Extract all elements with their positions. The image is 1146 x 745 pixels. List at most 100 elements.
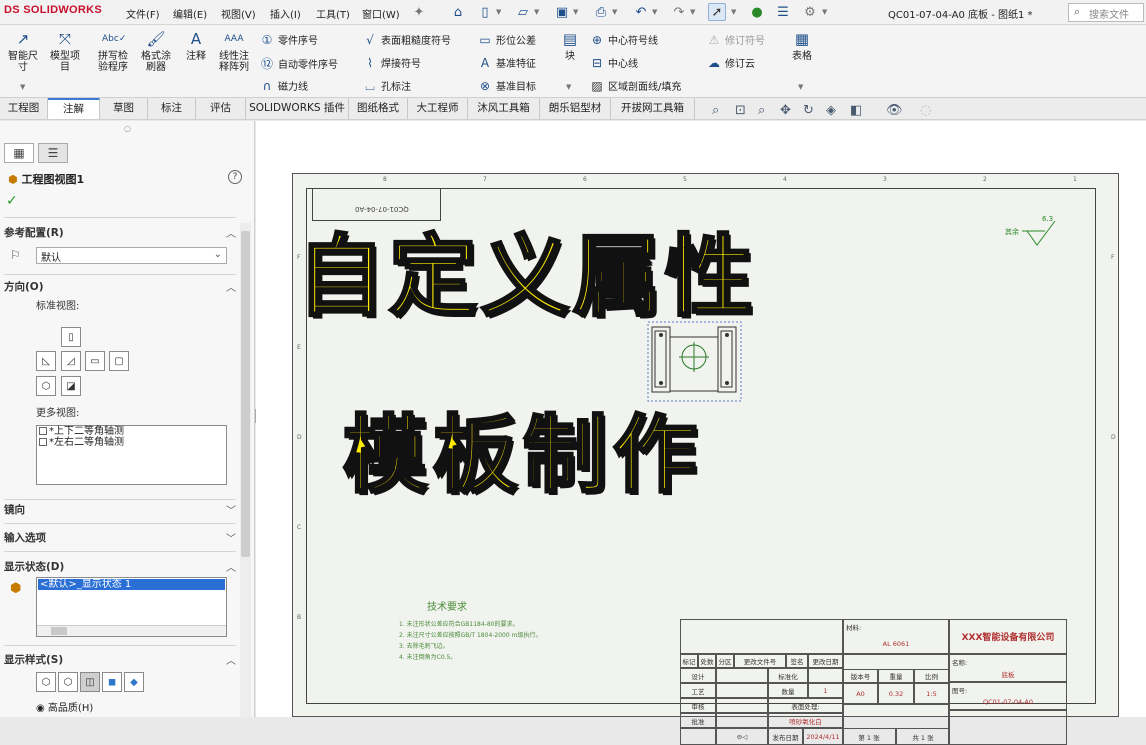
open-folder-icon[interactable]: ▱	[514, 3, 532, 21]
help-button[interactable]: ?	[228, 170, 242, 184]
rotate-icon[interactable]: ↻	[803, 103, 814, 118]
chevron-down-icon[interactable]: ﹀	[226, 530, 236, 545]
chevron-down-icon[interactable]: ▼	[690, 8, 695, 16]
ref-config-select[interactable]: 默认 ⌄	[36, 247, 227, 264]
tab-drawing[interactable]: 工程图	[0, 98, 48, 119]
tab-kaiba-toolbox[interactable]: 开拔网工具箱	[611, 98, 695, 119]
chevron-down-icon[interactable]: ▼	[822, 8, 827, 16]
revision-cloud-button[interactable]: ☁ 修订云	[706, 55, 755, 70]
view-front-button[interactable]: ◺	[36, 351, 56, 371]
hole-callout-button[interactable]: ⌴ 孔标注	[362, 78, 411, 94]
chevron-down-icon[interactable]: ▼	[534, 8, 539, 16]
view-back-button[interactable]: ▢	[109, 351, 129, 371]
chevron-up-icon[interactable]: ︿	[226, 559, 236, 574]
pin-icon[interactable]: ✦	[410, 3, 428, 21]
tab-big-engineer[interactable]: 大工程师	[408, 98, 468, 119]
datum-target-button[interactable]: ⊗ 基准目标	[477, 78, 536, 93]
search-input[interactable]: ⌕ 搜索文件	[1068, 3, 1144, 22]
block-button[interactable]: ▤ 块	[558, 29, 582, 62]
checkbox[interactable]	[39, 438, 47, 446]
chevron-down-icon[interactable]: ▼	[652, 8, 657, 16]
menu-tools[interactable]: 工具(T)	[316, 6, 350, 21]
surface-finish-button[interactable]: √ 表面粗糙度符号	[362, 32, 451, 47]
area-hatch-button[interactable]: ▨ 区域剖面线/填充	[589, 78, 681, 93]
chevron-down-icon[interactable]: ▼	[20, 83, 25, 91]
chevron-down-icon[interactable]: ▼	[798, 83, 803, 91]
tab-markup[interactable]: 标注	[148, 98, 196, 119]
view-orientation-icon[interactable]: ◈	[826, 103, 836, 118]
menu-window[interactable]: 窗口(W)	[362, 6, 400, 21]
shaded-edges-button[interactable]: ◼	[102, 672, 122, 692]
tab-annotation[interactable]: 注解	[48, 98, 100, 119]
high-quality-radio[interactable]: ◉ 高品质(H)	[36, 699, 93, 714]
model-items-button[interactable]: ⤧ 模型项目	[46, 29, 84, 73]
display-style-icon[interactable]: ◧	[850, 103, 862, 118]
tab-sketch[interactable]: 草图	[100, 98, 148, 119]
wireframe-button[interactable]: ⬡	[36, 672, 56, 692]
list-item[interactable]: *上下二等角轴测	[37, 426, 226, 437]
scroll-thumb[interactable]	[51, 627, 67, 635]
smart-dimension-button[interactable]: ↗ 智能尺寸	[4, 29, 42, 73]
zoom-fit-icon[interactable]: ⌕	[712, 103, 719, 118]
lights-icon[interactable]: ◌	[920, 103, 931, 118]
checkbox[interactable]	[39, 427, 47, 435]
view-left-button[interactable]: ◿	[61, 351, 81, 371]
tab-solidworks-addins[interactable]: SOLIDWORKS 插件	[246, 98, 349, 119]
mirror-section[interactable]: 镜向 ﹀	[4, 502, 236, 518]
horizontal-scrollbar[interactable]	[37, 625, 226, 636]
undo-icon[interactable]: ↶	[632, 3, 650, 21]
view-top-button[interactable]: ▯	[61, 327, 81, 347]
chevron-up-icon[interactable]: ︿	[226, 225, 236, 240]
chevron-down-icon[interactable]: ﹀	[226, 502, 236, 517]
view-isometric-button[interactable]: ⬡	[36, 376, 56, 396]
chevron-down-icon[interactable]: ▼	[566, 83, 571, 91]
zoom-previous-icon[interactable]: ⌕	[758, 103, 765, 118]
chevron-down-icon[interactable]: ▼	[612, 8, 617, 16]
select-cursor-icon[interactable]: ➚	[708, 3, 726, 21]
menu-edit[interactable]: 编辑(E)	[173, 6, 207, 21]
chevron-up-icon[interactable]: ︿	[226, 652, 236, 667]
redo-icon[interactable]: ↷	[670, 3, 688, 21]
ok-button[interactable]: ✓	[6, 193, 18, 209]
auto-balloon-button[interactable]: ⑫ 自动零件序号	[259, 55, 338, 72]
hidden-visible-button[interactable]: ⬡	[58, 672, 78, 692]
hidden-removed-button[interactable]: ◫	[80, 672, 100, 692]
tab-sheet-format[interactable]: 图纸格式	[349, 98, 408, 119]
shaded-button[interactable]: ◆	[124, 672, 144, 692]
list-item[interactable]: <默认>_显示状态 1	[38, 579, 225, 590]
format-painter-button[interactable]: 🖌 格式涂刷器	[137, 29, 175, 73]
pan-icon[interactable]: ✥	[780, 103, 791, 118]
scroll-thumb[interactable]	[241, 231, 250, 557]
tab-property-manager[interactable]: ▦	[4, 143, 34, 163]
traffic-light-icon[interactable]: ●	[748, 3, 766, 21]
balloon-button[interactable]: ① 零件序号	[259, 32, 318, 47]
ref-config-section[interactable]: 参考配置(R) ︿	[4, 225, 236, 241]
view-right-button[interactable]: ◪	[61, 376, 81, 396]
menu-view[interactable]: 视图(V)	[221, 6, 256, 21]
menu-insert[interactable]: 插入(I)	[270, 6, 301, 21]
geometric-tolerance-button[interactable]: ▭ 形位公差	[477, 32, 536, 47]
tab-evaluate[interactable]: 评估	[196, 98, 246, 119]
tab-langle-profiles[interactable]: 朗乐铝型材	[540, 98, 611, 119]
home-icon[interactable]: ⌂	[449, 3, 467, 21]
tab-feature-tree[interactable]: ☰	[38, 143, 68, 163]
chevron-down-icon[interactable]: ▼	[573, 8, 578, 16]
file-properties-icon[interactable]: ☰	[774, 3, 792, 21]
centerline-button[interactable]: ⊟ 中心线	[589, 55, 638, 70]
orientation-section[interactable]: 方向(O) ︿	[4, 279, 236, 295]
solidworks-logo[interactable]: DS SOLIDWORKS	[4, 4, 102, 16]
chevron-down-icon[interactable]: ▼	[731, 8, 736, 16]
import-options-section[interactable]: 输入选项 ﹀	[4, 530, 236, 546]
table-button[interactable]: ▦ 表格	[789, 29, 815, 62]
magnetic-line-button[interactable]: ∩ 磁力线	[259, 78, 308, 93]
new-document-icon[interactable]: ▯	[476, 3, 494, 21]
print-icon[interactable]: ⎙	[592, 3, 610, 21]
menu-file[interactable]: 文件(F)	[126, 6, 160, 21]
panel-scrollbar[interactable]	[240, 223, 251, 717]
tab-mufeng-toolbox[interactable]: 沐风工具箱	[468, 98, 540, 119]
list-item[interactable]: *左右二等角轴测	[37, 437, 226, 448]
chevron-up-icon[interactable]: ︿	[226, 279, 236, 294]
weld-symbol-button[interactable]: ⌇ 焊接符号	[362, 55, 421, 70]
revision-symbol-button[interactable]: ⚠ 修订符号	[706, 32, 765, 47]
gear-icon[interactable]: ⚙	[801, 3, 819, 21]
